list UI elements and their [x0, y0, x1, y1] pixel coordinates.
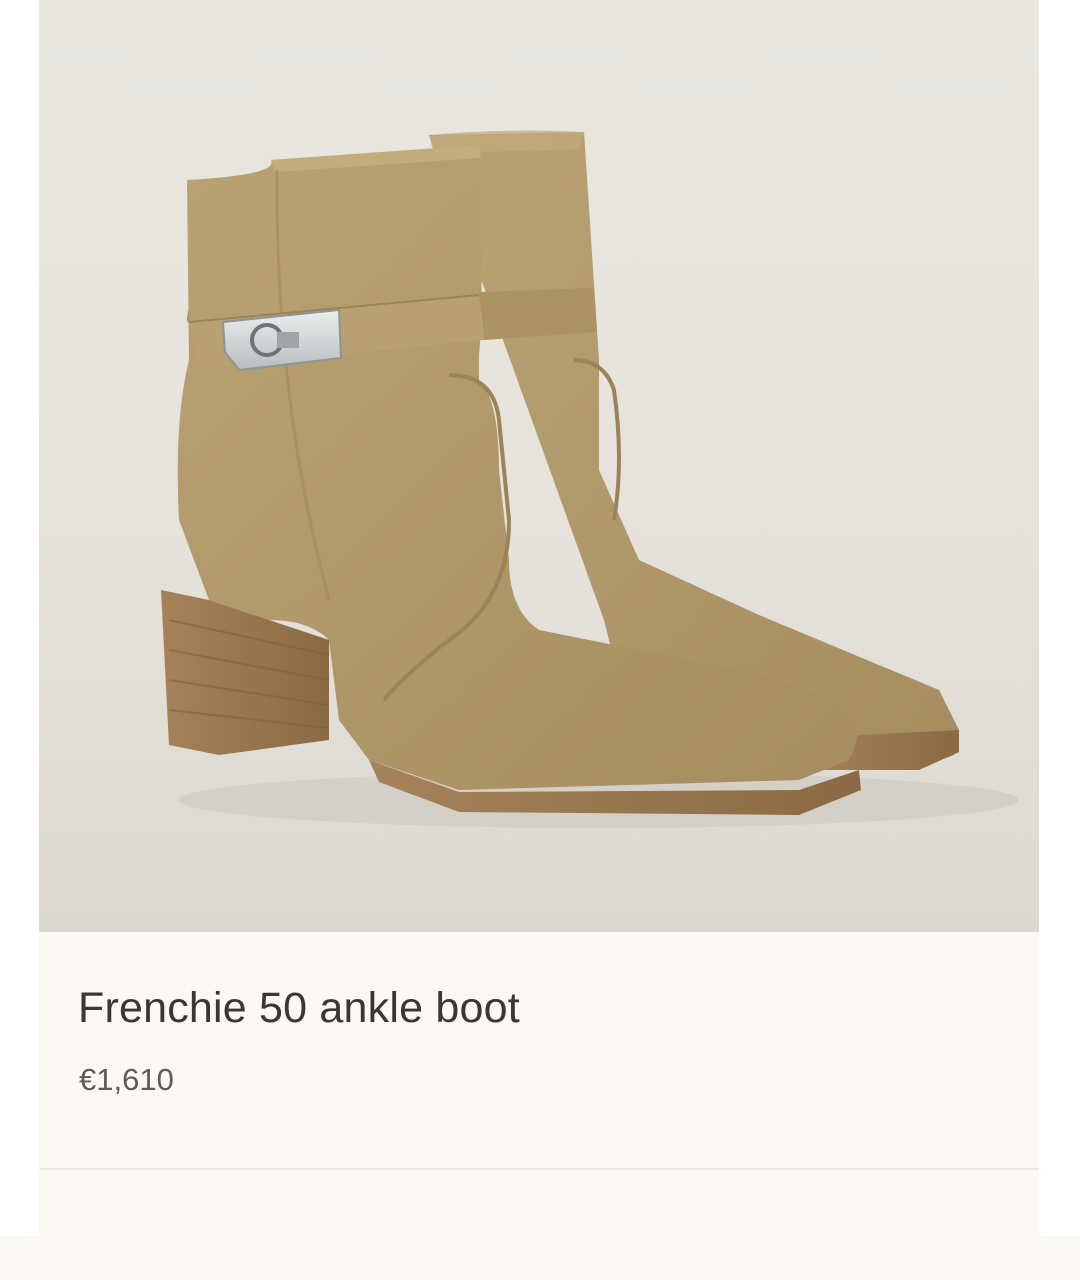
bottom-overlay [0, 1236, 1080, 1280]
product-price: €1,610 [79, 1062, 174, 1097]
product-image[interactable] [39, 0, 1039, 932]
product-card[interactable]: Frenchie 50 ankle boot €1,610 [39, 0, 1039, 1280]
product-info: Frenchie 50 ankle boot €1,610 [39, 932, 1039, 1280]
ankle-boots-illustration [161, 130, 1019, 828]
product-title[interactable]: Frenchie 50 ankle boot [78, 984, 520, 1033]
divider [39, 1168, 1039, 1170]
